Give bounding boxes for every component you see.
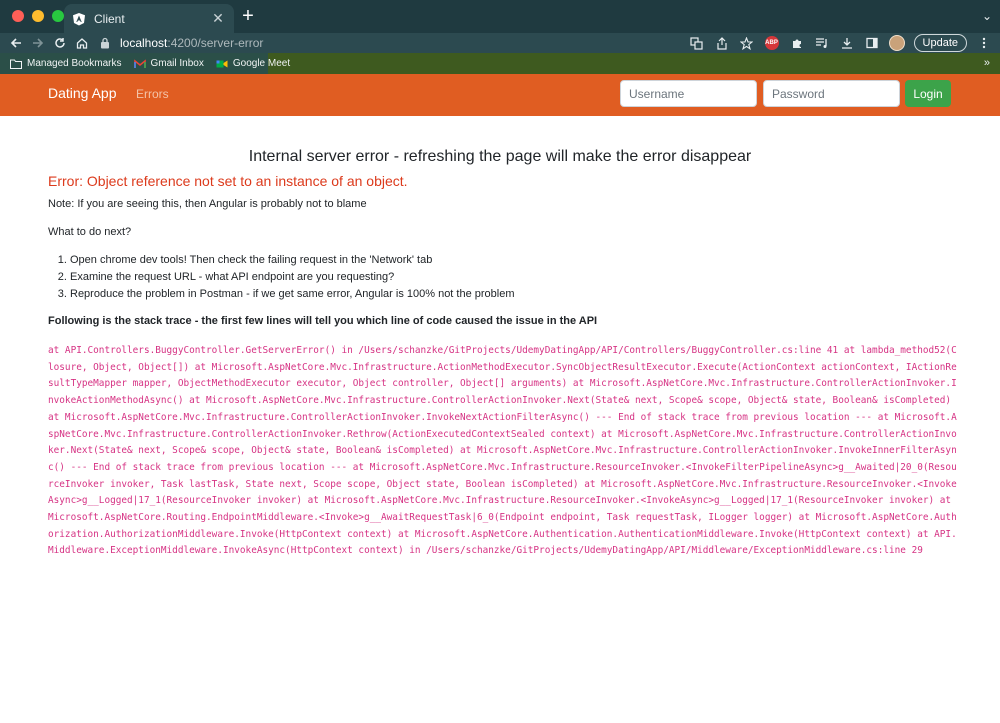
error-message: Error: Object reference not set to an in… (48, 173, 408, 189)
tab-title: Client (94, 11, 125, 26)
stack-trace: at API.Controllers.BuggyController.GetSe… (48, 345, 957, 557)
media-queue-icon[interactable] (814, 35, 830, 51)
share-icon[interactable] (714, 35, 730, 51)
minimize-window-button[interactable] (32, 10, 44, 22)
url-path: :4200/server-error (167, 36, 264, 50)
translate-icon[interactable] (689, 35, 705, 51)
page-title: Internal server error - refreshing the p… (248, 148, 752, 165)
sidebar-icon[interactable] (864, 35, 880, 51)
list-item: Open chrome dev tools! Then check the fa… (70, 252, 515, 269)
close-tab-icon[interactable]: ✕ (210, 10, 226, 27)
adblock-icon[interactable]: ABP (764, 35, 780, 51)
url-host: localhost (120, 36, 168, 50)
note-text: Note: If you are seeing this, then Angul… (48, 198, 367, 210)
browser-tab-bar: Client ✕ + ⌄ (0, 0, 1000, 33)
folder-icon (10, 59, 22, 69)
window-controls (12, 10, 64, 22)
menu-icon[interactable] (976, 35, 992, 51)
back-icon[interactable] (8, 35, 24, 51)
list-item: Reproduce the problem in Postman - if we… (70, 286, 515, 303)
bookmark-meet[interactable]: Google Meet (216, 58, 290, 69)
next-steps-list: Open chrome dev tools! Then check the fa… (70, 252, 515, 303)
server-error-page: Internal server error - refreshing the p… (0, 138, 1000, 556)
browser-tab[interactable]: Client ✕ (64, 4, 234, 33)
extensions-icon[interactable] (789, 35, 805, 51)
bookmark-label: Gmail Inbox (150, 58, 204, 69)
stack-trace-heading: Following is the stack trace - the first… (48, 315, 598, 327)
bookmark-gmail[interactable]: Gmail Inbox (133, 58, 204, 69)
next-steps-heading: What to do next? (48, 226, 132, 238)
app-navbar: Dating App Errors Login (0, 74, 1000, 116)
angular-icon (72, 12, 86, 26)
login-button[interactable]: Login (905, 80, 951, 107)
forward-icon[interactable] (30, 35, 46, 51)
nav-link-errors[interactable]: Errors (136, 87, 169, 101)
close-window-button[interactable] (12, 10, 24, 22)
gmail-icon (133, 58, 146, 69)
new-tab-button[interactable]: + (240, 6, 256, 26)
bookmark-managed[interactable]: Managed Bookmarks (10, 58, 122, 69)
username-input[interactable] (620, 80, 757, 107)
profile-avatar[interactable] (888, 35, 905, 51)
home-icon[interactable] (74, 35, 90, 51)
password-input[interactable] (763, 80, 900, 107)
bookmarks-overflow-icon[interactable]: » (984, 57, 990, 69)
bookmark-label: Managed Bookmarks (27, 58, 122, 69)
bookmark-star-icon[interactable] (739, 35, 755, 51)
tab-search-icon[interactable]: ⌄ (982, 9, 992, 23)
bookmarks-bar: Managed Bookmarks Gmail Inbox Google Mee… (0, 53, 1000, 74)
download-icon[interactable] (839, 35, 855, 51)
bookmarks-bar-highlight (268, 53, 1000, 74)
list-item: Examine the request URL - what API endpo… (70, 269, 515, 286)
update-button[interactable]: Update (913, 34, 967, 52)
bookmark-label: Google Meet (232, 58, 291, 69)
browser-toolbar: localhost:4200/server-error ABP Update (0, 33, 1000, 53)
brand-link[interactable]: Dating App (48, 85, 117, 101)
meet-icon (216, 59, 228, 69)
toolbar-actions: ABP Update (689, 34, 992, 52)
reload-icon[interactable] (52, 35, 68, 51)
lock-icon[interactable] (100, 37, 112, 49)
maximize-window-button[interactable] (52, 10, 64, 22)
